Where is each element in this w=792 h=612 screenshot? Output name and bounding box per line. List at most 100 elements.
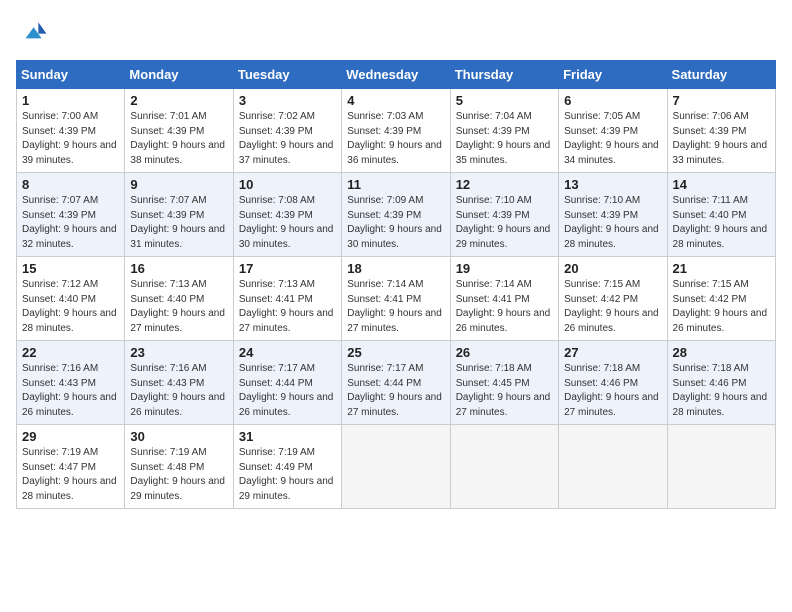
weekday-header-thursday: Thursday [450, 61, 558, 89]
day-info: Sunrise: 7:19 AMSunset: 4:47 PMDaylight:… [22, 446, 119, 504]
day-info: Sunrise: 7:10 AMSunset: 4:39 PMDaylight:… [564, 194, 661, 252]
calendar-cell: 2 Sunrise: 7:01 AMSunset: 4:39 PMDaylight… [125, 89, 233, 173]
day-number: 31 [239, 429, 336, 444]
day-number: 10 [239, 177, 336, 192]
day-info: Sunrise: 7:16 AMSunset: 4:43 PMDaylight:… [130, 362, 227, 420]
day-number: 19 [456, 261, 553, 276]
calendar-cell: 31 Sunrise: 7:19 AMSunset: 4:49 PMDayligh… [233, 425, 341, 509]
day-info: Sunrise: 7:18 AMSunset: 4:45 PMDaylight:… [456, 362, 553, 420]
calendar-cell: 30 Sunrise: 7:19 AMSunset: 4:48 PMDayligh… [125, 425, 233, 509]
calendar-cell: 14 Sunrise: 7:11 AMSunset: 4:40 PMDayligh… [667, 173, 775, 257]
day-info: Sunrise: 7:03 AMSunset: 4:39 PMDaylight:… [347, 110, 444, 168]
calendar-cell: 9Sunrise: 7:07 AMSunset: 4:39 PMDaylight… [125, 173, 233, 257]
calendar-cell: 1 Sunrise: 7:00 AMSunset: 4:39 PMDaylight… [17, 89, 125, 173]
logo [16, 16, 52, 48]
calendar-cell [342, 425, 450, 509]
day-info: Sunrise: 7:13 AMSunset: 4:40 PMDaylight:… [130, 278, 227, 336]
weekday-header-tuesday: Tuesday [233, 61, 341, 89]
day-number: 3 [239, 93, 336, 108]
calendar-cell: 24 Sunrise: 7:17 AMSunset: 4:44 PMDayligh… [233, 341, 341, 425]
day-number: 16 [130, 261, 227, 276]
logo-icon [16, 16, 48, 48]
day-info: Sunrise: 7:09 AMSunset: 4:39 PMDaylight:… [347, 194, 444, 252]
calendar-cell: 19 Sunrise: 7:14 AMSunset: 4:41 PMDayligh… [450, 257, 558, 341]
day-info: Sunrise: 7:06 AMSunset: 4:39 PMDaylight:… [673, 110, 770, 168]
day-number: 2 [130, 93, 227, 108]
day-info: Sunrise: 7:19 AMSunset: 4:49 PMDaylight:… [239, 446, 336, 504]
calendar-cell: 26 Sunrise: 7:18 AMSunset: 4:45 PMDayligh… [450, 341, 558, 425]
weekday-header-sunday: Sunday [17, 61, 125, 89]
day-info: Sunrise: 7:11 AMSunset: 4:40 PMDaylight:… [673, 194, 770, 252]
calendar-cell: 25 Sunrise: 7:17 AMSunset: 4:44 PMDayligh… [342, 341, 450, 425]
day-number: 7 [673, 93, 770, 108]
day-number: 28 [673, 345, 770, 360]
calendar-header-row: SundayMondayTuesdayWednesdayThursdayFrid… [17, 61, 776, 89]
day-number: 22 [22, 345, 119, 360]
calendar-week-5: 29 Sunrise: 7:19 AMSunset: 4:47 PMDayligh… [17, 425, 776, 509]
day-number: 13 [564, 177, 661, 192]
weekday-header-wednesday: Wednesday [342, 61, 450, 89]
page-header [16, 16, 776, 48]
day-number: 12 [456, 177, 553, 192]
calendar-week-1: 1 Sunrise: 7:00 AMSunset: 4:39 PMDaylight… [17, 89, 776, 173]
calendar-cell: 4 Sunrise: 7:03 AMSunset: 4:39 PMDaylight… [342, 89, 450, 173]
weekday-header-saturday: Saturday [667, 61, 775, 89]
day-info: Sunrise: 7:18 AMSunset: 4:46 PMDaylight:… [673, 362, 770, 420]
calendar-cell [667, 425, 775, 509]
day-number: 11 [347, 177, 444, 192]
calendar-cell: 17Sunrise: 7:13 AMSunset: 4:41 PMDayligh… [233, 257, 341, 341]
day-info: Sunrise: 7:05 AMSunset: 4:39 PMDaylight:… [564, 110, 661, 168]
day-number: 21 [673, 261, 770, 276]
day-info: Sunrise: 7:04 AMSunset: 4:39 PMDaylight:… [456, 110, 553, 168]
calendar-cell: 16 Sunrise: 7:13 AMSunset: 4:40 PMDayligh… [125, 257, 233, 341]
day-number: 14 [673, 177, 770, 192]
calendar-cell: 18Sunrise: 7:14 AMSunset: 4:41 PMDayligh… [342, 257, 450, 341]
calendar-week-3: 15 Sunrise: 7:12 AMSunset: 4:40 PMDayligh… [17, 257, 776, 341]
day-number: 30 [130, 429, 227, 444]
calendar-cell: 28 Sunrise: 7:18 AMSunset: 4:46 PMDayligh… [667, 341, 775, 425]
day-number: 29 [22, 429, 119, 444]
day-number: 20 [564, 261, 661, 276]
calendar-cell: 15 Sunrise: 7:12 AMSunset: 4:40 PMDayligh… [17, 257, 125, 341]
day-number: 26 [456, 345, 553, 360]
day-number: 17 [239, 261, 336, 276]
day-info: Sunrise: 7:18 AMSunset: 4:46 PMDaylight:… [564, 362, 661, 420]
day-info: Sunrise: 7:00 AMSunset: 4:39 PMDaylight:… [22, 110, 119, 168]
day-info: Sunrise: 7:08 AMSunset: 4:39 PMDaylight:… [239, 194, 336, 252]
calendar-cell: 10 Sunrise: 7:08 AMSunset: 4:39 PMDayligh… [233, 173, 341, 257]
calendar-table: SundayMondayTuesdayWednesdayThursdayFrid… [16, 60, 776, 509]
day-number: 15 [22, 261, 119, 276]
weekday-header-monday: Monday [125, 61, 233, 89]
calendar-cell: 6 Sunrise: 7:05 AMSunset: 4:39 PMDaylight… [559, 89, 667, 173]
day-number: 24 [239, 345, 336, 360]
day-number: 6 [564, 93, 661, 108]
day-info: Sunrise: 7:10 AMSunset: 4:39 PMDaylight:… [456, 194, 553, 252]
calendar-cell: 21Sunrise: 7:15 AMSunset: 4:42 PMDayligh… [667, 257, 775, 341]
calendar-cell [559, 425, 667, 509]
day-number: 25 [347, 345, 444, 360]
calendar-cell: 29 Sunrise: 7:19 AMSunset: 4:47 PMDayligh… [17, 425, 125, 509]
day-number: 18 [347, 261, 444, 276]
day-info: Sunrise: 7:01 AMSunset: 4:39 PMDaylight:… [130, 110, 227, 168]
day-info: Sunrise: 7:14 AMSunset: 4:41 PMDaylight:… [456, 278, 553, 336]
day-info: Sunrise: 7:07 AMSunset: 4:39 PMDaylight:… [22, 194, 119, 252]
calendar-week-2: 8 Sunrise: 7:07 AMSunset: 4:39 PMDaylight… [17, 173, 776, 257]
calendar-cell: 27 Sunrise: 7:18 AMSunset: 4:46 PMDayligh… [559, 341, 667, 425]
calendar-cell: 20 Sunrise: 7:15 AMSunset: 4:42 PMDayligh… [559, 257, 667, 341]
day-info: Sunrise: 7:15 AMSunset: 4:42 PMDaylight:… [564, 278, 661, 336]
day-info: Sunrise: 7:16 AMSunset: 4:43 PMDaylight:… [22, 362, 119, 420]
calendar-cell: 22 Sunrise: 7:16 AMSunset: 4:43 PMDayligh… [17, 341, 125, 425]
day-info: Sunrise: 7:17 AMSunset: 4:44 PMDaylight:… [347, 362, 444, 420]
day-info: Sunrise: 7:17 AMSunset: 4:44 PMDaylight:… [239, 362, 336, 420]
weekday-header-friday: Friday [559, 61, 667, 89]
day-number: 1 [22, 93, 119, 108]
day-info: Sunrise: 7:12 AMSunset: 4:40 PMDaylight:… [22, 278, 119, 336]
day-number: 4 [347, 93, 444, 108]
calendar-cell: 7 Sunrise: 7:06 AMSunset: 4:39 PMDaylight… [667, 89, 775, 173]
day-info: Sunrise: 7:19 AMSunset: 4:48 PMDaylight:… [130, 446, 227, 504]
calendar-cell: 12 Sunrise: 7:10 AMSunset: 4:39 PMDayligh… [450, 173, 558, 257]
calendar-week-4: 22 Sunrise: 7:16 AMSunset: 4:43 PMDayligh… [17, 341, 776, 425]
day-number: 8 [22, 177, 119, 192]
calendar-cell: 13 Sunrise: 7:10 AMSunset: 4:39 PMDayligh… [559, 173, 667, 257]
day-number: 27 [564, 345, 661, 360]
